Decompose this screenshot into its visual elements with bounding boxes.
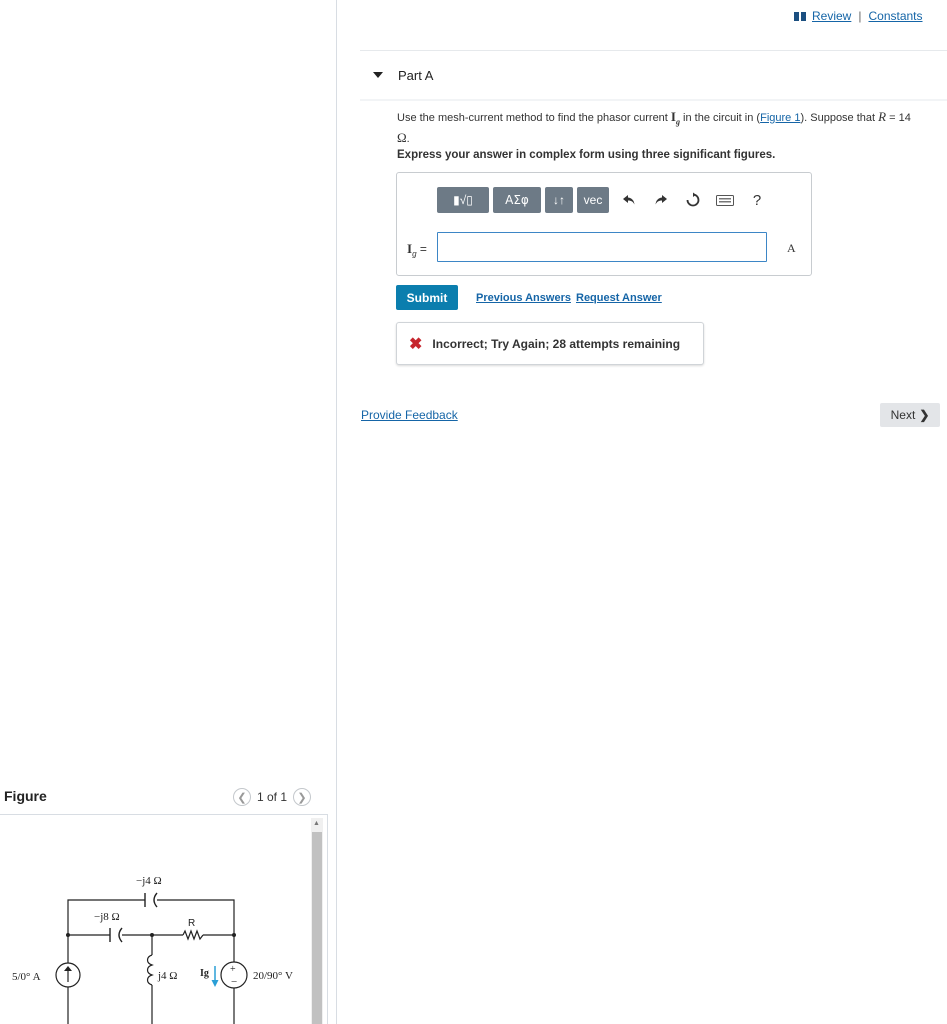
submit-button[interactable]: Submit (396, 285, 458, 310)
question-suffix: Suppose that (810, 112, 876, 124)
math-toolbar: ▮√▯ ΑΣφ ↓↑ vec ? (437, 187, 773, 213)
circuit-diagram: + − −j4 Ω −j8 Ω R 5/0° A j4 Ω Ig 20/90° … (12, 875, 293, 1024)
label-cap-left: −j8 Ω (94, 911, 120, 923)
question-before: Use the mesh-current method to find the … (397, 112, 668, 124)
redo-icon[interactable] (645, 187, 677, 213)
chevron-right-icon: ❯ (919, 408, 930, 422)
undo-icon[interactable] (613, 187, 645, 213)
chevron-left-icon: ❮ (237, 791, 247, 804)
incorrect-icon: ✖ (409, 335, 423, 353)
keyboard-icon[interactable] (709, 187, 741, 213)
instruction-text: Express your answer in complex form usin… (397, 149, 776, 161)
feedback-box: ✖ Incorrect; Try Again; 28 attempts rema… (396, 322, 704, 365)
collapse-triangle-icon[interactable] (373, 72, 383, 78)
greek-symbols-button[interactable]: ΑΣφ (493, 187, 541, 213)
answer-label-eq: = (419, 242, 427, 256)
current-source (55, 962, 81, 988)
figure-link-close: ). (800, 112, 808, 124)
previous-answers-link[interactable]: Previous Answers (476, 292, 571, 304)
inductor (146, 954, 154, 986)
help-icon[interactable]: ? (741, 187, 773, 213)
panel-divider (336, 0, 337, 1024)
question-middle: in the circuit in (683, 112, 754, 124)
next-label: Next (890, 408, 916, 422)
vector-button[interactable]: vec (577, 187, 609, 213)
current-subscript: g (675, 117, 680, 127)
label-cap-top: −j4 Ω (136, 875, 162, 887)
feedback-text: Incorrect; Try Again; 28 attempts remain… (432, 336, 681, 351)
resistor (182, 929, 204, 941)
arrows-button[interactable]: ↓↑ (545, 187, 573, 213)
r-variable: R (878, 109, 887, 124)
figure-border (327, 814, 328, 1024)
svg-text:+: + (230, 964, 236, 975)
scroll-up-icon[interactable]: ▲ (313, 820, 320, 827)
link-separator: | (858, 9, 862, 23)
figure-page-count: 1 of 1 (257, 790, 288, 804)
provide-feedback-link[interactable]: Provide Feedback (361, 408, 458, 422)
svg-text:−: − (231, 976, 237, 988)
left-capacitor (109, 927, 123, 943)
figure-title: Figure (4, 788, 47, 804)
r-value: = 14 (889, 112, 911, 124)
part-title: Part A (398, 67, 434, 83)
constants-link[interactable]: Constants (868, 9, 922, 23)
question-end: . (406, 132, 410, 145)
voltage-source: + − (220, 961, 248, 989)
answer-box: ▮√▯ ΑΣφ ↓↑ vec ? Ig = A (396, 172, 812, 276)
top-capacitor (144, 892, 158, 908)
review-link[interactable]: Review (812, 9, 851, 23)
node-dot (66, 933, 70, 937)
question-text: Use the mesh-current method to find the … (397, 109, 942, 147)
answer-label: Ig = (407, 241, 427, 258)
templates-button[interactable]: ▮√▯ (437, 187, 489, 213)
answer-unit: A (787, 241, 796, 255)
label-resistor: R (188, 918, 195, 929)
label-current: Ig (200, 968, 209, 979)
answer-label-sub: g (412, 249, 417, 259)
label-voltage-source: 20/90° V (253, 970, 293, 982)
part-a-header[interactable]: Part A (360, 50, 947, 99)
figure-pager: ❮ 1 of 1 ❯ (233, 788, 312, 806)
answer-input[interactable] (437, 232, 767, 262)
book-icon (794, 11, 806, 21)
ohm-unit: Ω (397, 129, 407, 145)
next-figure-button[interactable]: ❯ (293, 788, 312, 806)
reset-icon[interactable] (677, 187, 709, 213)
current-symbol: Ig (671, 109, 680, 127)
top-links: Review | Constants (794, 9, 923, 23)
node-dot (232, 933, 236, 937)
label-inductor: j4 Ω (157, 970, 177, 982)
figure-divider (0, 814, 327, 815)
chevron-right-icon: ❯ (297, 791, 307, 804)
part-divider (360, 99, 947, 101)
request-answer-link[interactable]: Request Answer (576, 292, 662, 304)
node-dot (150, 933, 154, 937)
figure-scrollbar-thumb[interactable] (312, 832, 322, 1024)
next-button[interactable]: Next ❯ (880, 403, 940, 427)
current-arrow (211, 966, 219, 987)
figure-link[interactable]: Figure 1 (760, 112, 800, 124)
label-current-source: 5/0° A (12, 971, 41, 983)
prev-figure-button[interactable]: ❮ (233, 788, 251, 806)
